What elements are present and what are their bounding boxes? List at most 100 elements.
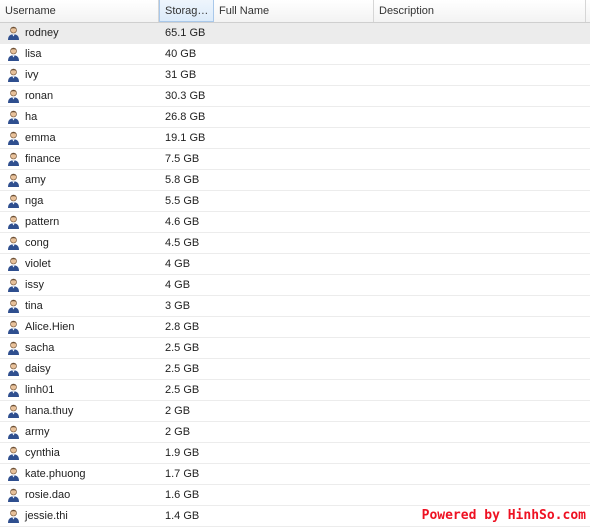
storage-cell: 2.8 GB (165, 321, 200, 333)
username-text: jessie.thi (25, 510, 68, 522)
username-cell: pattern (0, 215, 159, 229)
user-icon (7, 215, 20, 229)
username-cell: jessie.thi (0, 509, 159, 523)
username-text: kate.phuong (25, 468, 86, 480)
table-row[interactable]: sacha 2.5 GB (0, 338, 590, 359)
username-cell: daisy (0, 362, 159, 376)
storage-cell: 40 GB (165, 48, 197, 60)
table-row[interactable]: rosie.dao 1.6 GB (0, 485, 590, 506)
username-cell: rodney (0, 26, 159, 40)
table-row[interactable]: finance 7.5 GB (0, 149, 590, 170)
username-text: finance (25, 153, 61, 165)
table-row[interactable]: ha 26.8 GB (0, 107, 590, 128)
column-header-storage[interactable]: Storag… (159, 0, 214, 22)
table-row[interactable]: issy 4 GB (0, 275, 590, 296)
username-text: ha (25, 111, 38, 123)
storage-cell: 1.6 GB (165, 489, 200, 501)
table-row[interactable]: emma 19.1 GB (0, 128, 590, 149)
storage-cell: 4 GB (165, 279, 191, 291)
column-header-fullname[interactable]: Full Name (214, 0, 374, 22)
user-icon (7, 320, 20, 334)
username-cell: amy (0, 173, 159, 187)
username-text: cynthia (25, 447, 60, 459)
table-row[interactable]: Alice.Hien 2.8 GB (0, 317, 590, 338)
user-icon (7, 89, 20, 103)
storage-cell: 7.5 GB (165, 153, 200, 165)
username-cell: cong (0, 236, 159, 250)
username-cell: ha (0, 110, 159, 124)
username-cell: sacha (0, 341, 159, 355)
username-cell: rosie.dao (0, 488, 159, 502)
user-icon (7, 488, 20, 502)
storage-cell: 5.8 GB (165, 174, 200, 186)
user-icon (7, 299, 20, 313)
user-icon (7, 26, 20, 40)
user-icon (7, 194, 20, 208)
table-row[interactable]: violet 4 GB (0, 254, 590, 275)
table-row[interactable]: pattern 4.6 GB (0, 212, 590, 233)
table-row[interactable]: daisy 2.5 GB (0, 359, 590, 380)
username-cell: linh01 (0, 383, 159, 397)
username-text: linh01 (25, 384, 55, 396)
username-cell: army (0, 425, 159, 439)
storage-cell: 4 GB (165, 258, 191, 270)
user-icon (7, 425, 20, 439)
storage-cell: 2 GB (165, 426, 191, 438)
user-icon (7, 68, 20, 82)
column-header-description[interactable]: Description (374, 0, 586, 22)
storage-cell: 4.6 GB (165, 216, 200, 228)
table-row[interactable]: army 2 GB (0, 422, 590, 443)
table-row[interactable]: ronan 30.3 GB (0, 86, 590, 107)
username-text: ivy (25, 69, 39, 81)
username-cell: issy (0, 278, 159, 292)
user-icon (7, 383, 20, 397)
table-row[interactable]: cong 4.5 GB (0, 233, 590, 254)
storage-cell: 5.5 GB (165, 195, 200, 207)
table-row[interactable]: kate.phuong 1.7 GB (0, 464, 590, 485)
user-icon (7, 467, 20, 481)
table-row[interactable]: nga 5.5 GB (0, 191, 590, 212)
user-icon (7, 47, 20, 61)
table-row[interactable]: ivy 31 GB (0, 65, 590, 86)
username-cell: ronan (0, 89, 159, 103)
username-cell: hana.thuy (0, 404, 159, 418)
table-row[interactable]: rodney 65.1 GB (0, 23, 590, 44)
storage-cell: 2.5 GB (165, 363, 200, 375)
username-cell: emma (0, 131, 159, 145)
username-cell: violet (0, 257, 159, 271)
user-icon (7, 509, 20, 523)
table-row[interactable]: tina 3 GB (0, 296, 590, 317)
storage-cell: 31 GB (165, 69, 197, 81)
username-text: emma (25, 132, 56, 144)
storage-cell: 2.5 GB (165, 342, 200, 354)
user-icon (7, 110, 20, 124)
user-icon (7, 404, 20, 418)
table-row[interactable]: hana.thuy 2 GB (0, 401, 590, 422)
user-icon (7, 341, 20, 355)
storage-cell: 1.7 GB (165, 468, 200, 480)
table-row[interactable]: cynthia 1.9 GB (0, 443, 590, 464)
username-text: nga (25, 195, 44, 207)
username-text: issy (25, 279, 44, 291)
user-icon (7, 131, 20, 145)
username-text: rosie.dao (25, 489, 71, 501)
username-text: tina (25, 300, 43, 312)
user-table: Username Storag… Full Name Description r… (0, 0, 590, 527)
username-cell: Alice.Hien (0, 320, 159, 334)
username-text: hana.thuy (25, 405, 74, 417)
watermark: Powered by HinhSo.com (419, 508, 588, 523)
storage-cell: 2.5 GB (165, 384, 200, 396)
table-row[interactable]: linh01 2.5 GB (0, 380, 590, 401)
username-cell: nga (0, 194, 159, 208)
table-row[interactable]: lisa 40 GB (0, 44, 590, 65)
column-header-username[interactable]: Username (0, 0, 159, 22)
storage-cell: 19.1 GB (165, 132, 206, 144)
username-cell: finance (0, 152, 159, 166)
table-row[interactable]: amy 5.8 GB (0, 170, 590, 191)
username-text: cong (25, 237, 49, 249)
user-icon (7, 173, 20, 187)
username-text: lisa (25, 48, 42, 60)
username-cell: ivy (0, 68, 159, 82)
username-cell: kate.phuong (0, 467, 159, 481)
table-header: Username Storag… Full Name Description (0, 0, 590, 23)
